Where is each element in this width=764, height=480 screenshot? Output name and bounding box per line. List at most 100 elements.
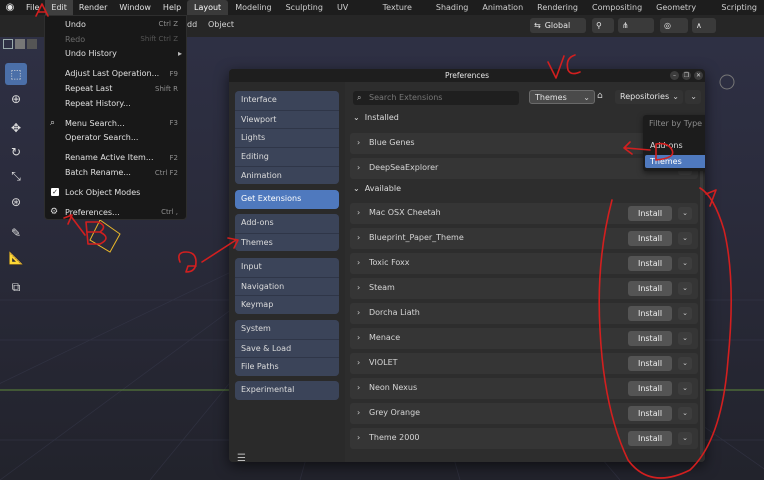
tab-rendering[interactable]: Rendering	[530, 0, 585, 15]
tab-uv-editing[interactable]: UV Editing	[330, 0, 376, 27]
type-filter-dropdown[interactable]: Themes ⌄	[529, 90, 595, 104]
row-options-icon[interactable]: ⌄	[678, 332, 692, 345]
object-menu[interactable]: Object	[208, 20, 234, 29]
nav-item-input[interactable]: Input	[235, 258, 339, 277]
measure-tool-icon[interactable]: 📐	[5, 247, 27, 269]
preferences-titlebar[interactable]: Preferences – ❐ ✕	[229, 69, 705, 82]
nav-item-get-extensions[interactable]: Get Extensions	[235, 190, 339, 209]
install-button[interactable]: Install	[628, 306, 672, 321]
close-icon[interactable]: ✕	[694, 71, 703, 80]
menu-item-repeat-last[interactable]: Repeat Last Shift R	[45, 81, 186, 96]
installed-section-header[interactable]: ⌄ Installed	[353, 113, 399, 122]
install-button[interactable]: Install	[628, 356, 672, 371]
row-options-icon[interactable]: ⌄	[678, 232, 692, 245]
nav-item-save-load[interactable]: Save & Load	[235, 338, 339, 358]
row-options-icon[interactable]: ⌄	[678, 432, 692, 445]
menu-file[interactable]: File	[20, 0, 45, 15]
annotate-tool-icon[interactable]: ✎	[5, 222, 27, 244]
expand-chevron-icon[interactable]: ›	[357, 283, 360, 292]
expand-chevron-icon[interactable]: ›	[357, 333, 360, 342]
install-button[interactable]: Install	[628, 381, 672, 396]
checkbox-checked-icon[interactable]: ✓	[51, 188, 59, 197]
tab-scripting[interactable]: Scripting	[714, 0, 764, 15]
nav-item-viewport[interactable]: Viewport	[235, 109, 339, 129]
hamburger-menu-icon[interactable]: ☰	[237, 453, 246, 462]
available-row[interactable]: › Neon Nexus Install ⌄	[350, 378, 698, 399]
menu-item-undo[interactable]: Undo Ctrl Z	[45, 17, 186, 32]
available-row[interactable]: › Theme 2000 Install ⌄	[350, 428, 698, 449]
row-options-icon[interactable]: ⌄	[678, 307, 692, 320]
menu-item-lock-object-modes[interactable]: ✓ Lock Object Modes	[45, 185, 186, 200]
expand-chevron-icon[interactable]: ›	[357, 358, 360, 367]
tab-modeling[interactable]: Modeling	[228, 0, 278, 15]
transform-tool-icon[interactable]: ⊛	[5, 191, 27, 213]
tag-icon[interactable]: ⌂	[597, 91, 603, 101]
add-menu[interactable]: dd	[187, 20, 197, 29]
expand-chevron-icon[interactable]: ›	[357, 208, 360, 217]
available-section-header[interactable]: ⌄ Available	[353, 184, 401, 193]
blender-logo-icon[interactable]: ◉	[0, 2, 20, 13]
menu-edit[interactable]: Edit	[45, 0, 73, 15]
expand-chevron-icon[interactable]: ›	[357, 138, 360, 147]
nav-item-interface[interactable]: Interface	[235, 91, 339, 110]
row-options-icon[interactable]: ⌄	[678, 382, 692, 395]
menu-item-menu-search[interactable]: ⌕ Menu Search... F3	[45, 116, 186, 131]
expand-chevron-icon[interactable]: ›	[357, 308, 360, 317]
maximize-icon[interactable]: ❐	[682, 71, 691, 80]
proportional-edit-toggle[interactable]: ◎	[660, 18, 688, 33]
install-button[interactable]: Install	[628, 331, 672, 346]
menu-item-batch-rename[interactable]: Batch Rename... Ctrl F2	[45, 165, 186, 180]
nav-item-file-paths[interactable]: File Paths	[235, 357, 339, 377]
available-row[interactable]: › Dorcha Liath Install ⌄	[350, 303, 698, 324]
install-button[interactable]: Install	[628, 406, 672, 421]
available-row[interactable]: › Steam Install ⌄	[350, 278, 698, 299]
repositories-dropdown[interactable]: Repositories ⌄	[615, 90, 683, 104]
tab-shading[interactable]: Shading	[429, 0, 476, 15]
expand-chevron-icon[interactable]: ›	[357, 258, 360, 267]
menu-item-repeat-history[interactable]: Repeat History...	[45, 96, 186, 111]
filter-option-add-ons[interactable]: Add-ons	[645, 139, 705, 152]
search-extensions-input[interactable]: ⌕ Search Extensions	[353, 91, 519, 105]
nav-item-system[interactable]: System	[235, 320, 339, 339]
nav-item-themes[interactable]: Themes	[235, 232, 339, 252]
nav-item-add-ons[interactable]: Add-ons	[235, 214, 339, 233]
row-options-icon[interactable]: ⌄	[678, 207, 692, 220]
available-row[interactable]: › Toxic Foxx Install ⌄	[350, 253, 698, 274]
tab-sculpting[interactable]: Sculpting	[279, 0, 330, 15]
expand-chevron-icon[interactable]: ›	[357, 408, 360, 417]
available-row[interactable]: › Menace Install ⌄	[350, 328, 698, 349]
move-tool-icon[interactable]: ✥	[5, 117, 27, 139]
nav-item-animation[interactable]: Animation	[235, 165, 339, 185]
row-options-icon[interactable]: ⌄	[678, 257, 692, 270]
install-button[interactable]: Install	[628, 256, 672, 271]
nav-item-lights[interactable]: Lights	[235, 128, 339, 148]
expand-chevron-icon[interactable]: ›	[357, 433, 360, 442]
available-row[interactable]: › Mac OSX Cheetah Install ⌄	[350, 203, 698, 224]
snap-toggle[interactable]: ⋔	[618, 18, 654, 33]
nav-item-experimental[interactable]: Experimental	[235, 381, 339, 400]
menu-item-adjust-last[interactable]: Adjust Last Operation... F9	[45, 66, 186, 81]
transform-orientation-dropdown[interactable]: ⇆ Global	[530, 18, 586, 33]
expand-chevron-icon[interactable]: ›	[357, 163, 360, 172]
tab-compositing[interactable]: Compositing	[585, 0, 649, 15]
menu-help[interactable]: Help	[157, 0, 187, 15]
filter-option-themes[interactable]: Themes	[645, 155, 705, 168]
scale-tool-icon[interactable]: ⤡	[5, 165, 27, 187]
falloff-dropdown[interactable]: ∧	[692, 18, 716, 33]
expand-chevron-icon[interactable]: ›	[357, 383, 360, 392]
install-button[interactable]: Install	[628, 281, 672, 296]
nav-item-navigation[interactable]: Navigation	[235, 276, 339, 296]
install-button[interactable]: Install	[628, 431, 672, 446]
pivot-dropdown[interactable]: ⚲	[592, 18, 614, 33]
tab-geometry-nodes[interactable]: Geometry Nodes	[649, 0, 714, 27]
available-row[interactable]: › VIOLET Install ⌄	[350, 353, 698, 374]
options-dropdown[interactable]: ⌄	[685, 90, 701, 104]
install-button[interactable]: Install	[628, 231, 672, 246]
row-options-icon[interactable]: ⌄	[678, 357, 692, 370]
expand-chevron-icon[interactable]: ›	[357, 233, 360, 242]
install-button[interactable]: Install	[628, 206, 672, 221]
menu-render[interactable]: Render	[73, 0, 113, 15]
cursor-tool-icon[interactable]: ⊕	[5, 88, 27, 110]
menu-item-redo[interactable]: Redo Shift Ctrl Z	[45, 32, 186, 47]
minimize-icon[interactable]: –	[670, 71, 679, 80]
